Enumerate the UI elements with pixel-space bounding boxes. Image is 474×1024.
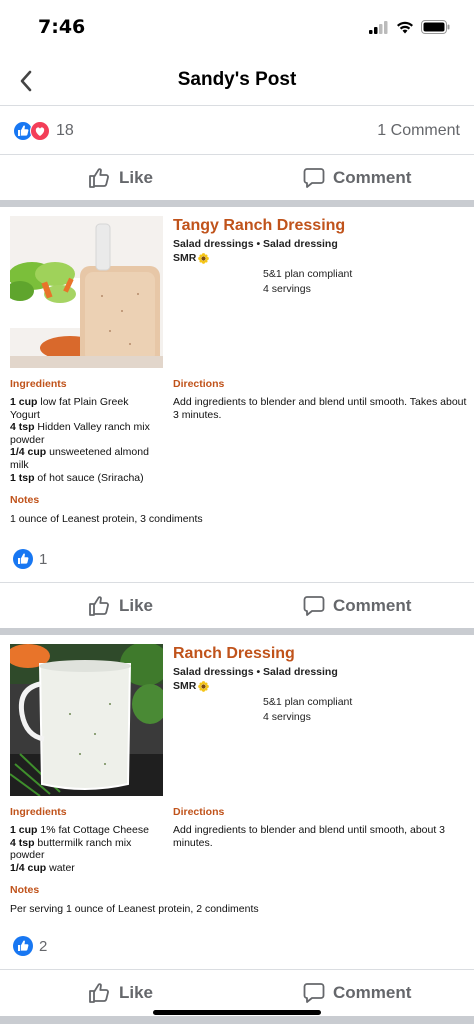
notes-heading: Notes [10, 494, 40, 506]
sunflower-icon [198, 252, 210, 264]
recipe-category: Salad dressings • Salad dressing [173, 238, 338, 250]
plan-compliance: 5&1 plan compliant [263, 696, 353, 708]
home-indicator[interactable] [153, 1010, 321, 1015]
like-button-label: Like [119, 983, 154, 1002]
comment-button-label: Comment [333, 596, 412, 615]
section-divider [0, 200, 474, 207]
comment-button[interactable]: Comment [303, 583, 411, 629]
ingredient-item: 1/4 cup water [10, 861, 75, 874]
like-button[interactable]: Like [88, 155, 153, 201]
status-icons [369, 20, 450, 34]
sunflower-icon [198, 680, 210, 692]
reaction-count[interactable]: 18 [56, 122, 74, 140]
comment-button-label: Comment [333, 168, 412, 187]
thumbs-up-icon [89, 983, 109, 1003]
servings: 4 servings [263, 283, 311, 295]
ingredients-heading: Ingredients [10, 378, 67, 390]
recipe-action-row: Like Comment [0, 969, 474, 1015]
post-action-row: Like Comment [0, 154, 474, 200]
ingredient-item: 1 cup 1% fat Cottage Cheese [10, 824, 149, 836]
like-button-label: Like [119, 168, 154, 187]
ingredient-item: 4 tsp Hidden Valley ranch mix powder [10, 421, 150, 446]
post-reactions-row: 18 1 Comment [0, 106, 474, 154]
ranch-dressing-pitcher-image [10, 644, 163, 796]
recipe-photo[interactable] [10, 644, 163, 796]
recipe-plan-info: 5&1 plan compliant 4 servings [263, 267, 352, 297]
like-count: 2 [39, 937, 48, 955]
cellular-signal-icon [369, 20, 388, 34]
recipe-photo[interactable] [10, 216, 163, 368]
ingredients-heading: Ingredients [10, 806, 67, 818]
page-title: Sandy's Post [177, 69, 297, 90]
nav-bar: Sandy's Post [0, 58, 474, 106]
recipe-plan-info: 5&1 plan compliant 4 servings [263, 695, 352, 725]
thumbs-up-icon [89, 596, 109, 616]
recipe-tag-label: SMR [173, 252, 197, 264]
status-time: 7:46 [38, 16, 86, 38]
notes-heading: Notes [10, 884, 40, 896]
notes-text: Per serving 1 ounce of Leanest protein, … [10, 903, 259, 915]
section-divider [0, 1016, 474, 1024]
recipe-like-count[interactable]: 1 [13, 549, 47, 569]
like-button[interactable]: Like [88, 583, 153, 629]
recipe-card: Tangy Ranch Dressing Salad dressings • S… [0, 207, 474, 627]
comment-button[interactable]: Comment [303, 155, 411, 201]
recipe-tag: SMR [173, 252, 210, 264]
recipe-category: Salad dressings • Salad dressing [173, 666, 338, 678]
directions-heading: Directions [173, 806, 225, 818]
battery-icon [421, 20, 450, 34]
reaction-icons[interactable] [13, 121, 50, 141]
status-bar: 7:46 [0, 0, 474, 58]
recipe-title[interactable]: Tangy Ranch Dressing [173, 217, 345, 235]
notes-text: 1 ounce of Leanest protein, 3 condiments [10, 513, 203, 525]
ingredient-item: 1/4 cup unsweetened almond milk [10, 446, 149, 471]
like-reaction-icon [13, 936, 33, 956]
section-divider [0, 628, 474, 635]
recipe-title[interactable]: Ranch Dressing [173, 645, 295, 663]
ingredient-item: 4 tsp buttermilk ranch mix powder [10, 836, 132, 862]
ingredients-list: 1 cup 1% fat Cottage Cheese 4 tsp butter… [10, 824, 160, 874]
like-button[interactable]: Like [88, 970, 153, 1016]
recipe-tag: SMR [173, 680, 210, 692]
recipe-action-row: Like Comment [0, 582, 474, 628]
servings: 4 servings [263, 711, 311, 723]
directions-heading: Directions [173, 378, 225, 390]
comment-bubble-icon [303, 168, 325, 188]
ingredients-list: 1 cup low fat Plain Greek Yogurt 4 tsp H… [10, 396, 160, 484]
like-count: 1 [39, 550, 48, 568]
thumbs-up-icon [89, 168, 109, 188]
ingredient-item: 1 cup low fat Plain Greek Yogurt [10, 396, 129, 421]
recipe-like-count[interactable]: 2 [13, 936, 47, 956]
directions-text: Add ingredients to blender and blend unt… [173, 824, 446, 849]
like-reaction-icon [13, 549, 33, 569]
comment-count[interactable]: 1 Comment [377, 122, 460, 140]
directions-text: Add ingredients to blender and blend unt… [173, 396, 467, 421]
salad-dressing-jar-image [10, 216, 163, 368]
ingredient-item: 1 tsp of hot sauce (Sriracha) [10, 471, 144, 484]
recipe-card: Ranch Dressing Salad dressings • Salad d… [0, 635, 474, 975]
comment-button[interactable]: Comment [303, 970, 411, 1016]
comment-button-label: Comment [333, 983, 412, 1002]
like-button-label: Like [119, 596, 154, 615]
comment-bubble-icon [303, 596, 325, 616]
wifi-icon [397, 21, 413, 33]
plan-compliance: 5&1 plan compliant [263, 268, 353, 280]
love-reaction-icon [30, 121, 50, 141]
comment-bubble-icon [303, 983, 325, 1003]
recipe-tag-label: SMR [173, 680, 197, 692]
